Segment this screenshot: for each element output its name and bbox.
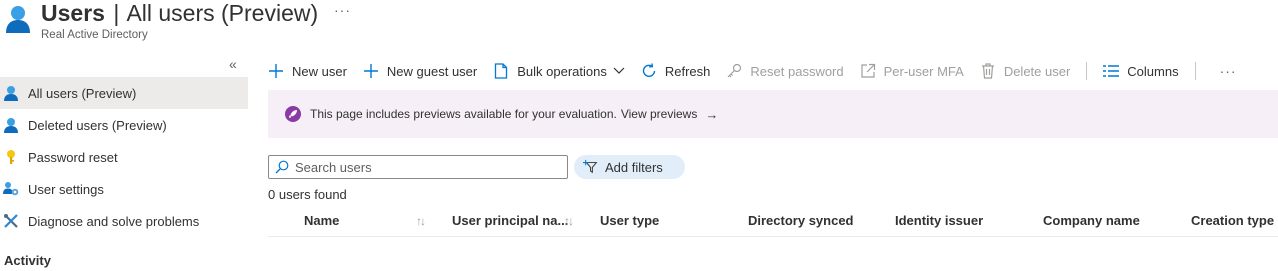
columns-button[interactable]: Columns bbox=[1103, 63, 1179, 79]
toolbar-divider bbox=[1194, 62, 1196, 80]
add-filter-icon bbox=[583, 159, 599, 175]
column-header-directory-synced[interactable]: Directory synced bbox=[748, 205, 854, 237]
bulk-operations-button[interactable]: Bulk operations bbox=[493, 63, 625, 79]
user-icon bbox=[3, 85, 19, 101]
sidebar-item-label: Diagnose and solve problems bbox=[28, 213, 200, 229]
title-separator: | bbox=[113, 0, 120, 26]
search-input[interactable] bbox=[295, 159, 545, 175]
column-header-company-name[interactable]: Company name bbox=[1043, 205, 1140, 237]
per-user-mfa-label: Per-user MFA bbox=[883, 63, 964, 79]
sidebar-item-label: Deleted users (Preview) bbox=[28, 117, 167, 133]
per-user-mfa-button[interactable]: Per-user MFA bbox=[860, 63, 964, 79]
preview-banner: This page includes previews available fo… bbox=[268, 90, 1278, 138]
sort-icon[interactable]: ↑↓ bbox=[564, 205, 574, 237]
delete-user-button[interactable]: Delete user bbox=[980, 63, 1070, 79]
reset-password-button[interactable]: Reset password bbox=[726, 63, 844, 79]
sidebar-item-label: All users (Preview) bbox=[28, 85, 137, 101]
column-header-identity-issuer[interactable]: Identity issuer bbox=[895, 205, 983, 237]
refresh-button[interactable]: Refresh bbox=[641, 63, 711, 79]
header-more-button[interactable]: ··· bbox=[334, 2, 351, 18]
user-icon bbox=[3, 117, 19, 133]
new-user-button[interactable]: New user bbox=[268, 63, 347, 79]
arrow-right-icon[interactable]: → bbox=[705, 107, 718, 122]
new-user-label: New user bbox=[292, 63, 347, 79]
add-filters-button[interactable]: Add filters bbox=[574, 155, 685, 179]
columns-label: Columns bbox=[1127, 63, 1179, 79]
view-previews-link[interactable]: View previews bbox=[621, 107, 697, 121]
toolbar-divider bbox=[1086, 62, 1088, 80]
new-guest-user-label: New guest user bbox=[386, 63, 478, 79]
bulk-operations-label: Bulk operations bbox=[517, 63, 607, 79]
collapse-sidebar-button[interactable]: « bbox=[229, 56, 237, 72]
page-subtitle: Real Active Directory bbox=[41, 29, 148, 41]
trash-icon bbox=[980, 63, 996, 79]
user-icon bbox=[4, 4, 32, 34]
sidebar-section-activity: Activity bbox=[4, 253, 51, 268]
page-header: Users | All users (Preview) ··· Real Act… bbox=[0, 0, 1278, 50]
banner-text: This page includes previews available fo… bbox=[310, 107, 617, 121]
column-header-creation-type[interactable]: Creation type bbox=[1191, 205, 1274, 237]
refresh-icon bbox=[641, 63, 657, 79]
add-filters-label: Add filters bbox=[605, 159, 663, 175]
users-gear-icon bbox=[3, 181, 19, 197]
rocket-icon bbox=[285, 106, 301, 122]
toolbar-more-button[interactable]: ··· bbox=[1220, 63, 1237, 79]
page-title: Users | All users (Preview) bbox=[41, 0, 318, 26]
result-count: 0 users found bbox=[268, 187, 347, 202]
wrench-icon bbox=[3, 213, 19, 229]
reset-password-label: Reset password bbox=[750, 63, 844, 79]
document-icon bbox=[493, 63, 509, 79]
search-box bbox=[268, 155, 568, 179]
plus-icon bbox=[268, 63, 284, 79]
sidebar-item-password-reset[interactable]: Password reset bbox=[0, 141, 248, 173]
delete-user-label: Delete user bbox=[1003, 63, 1071, 79]
sidebar-item-label: User settings bbox=[28, 181, 104, 197]
sidebar-item-label: Password reset bbox=[28, 149, 118, 165]
chevron-down-icon bbox=[613, 67, 625, 75]
users-table-header: Name ↑↓ User principal na... ↑↓ User typ… bbox=[268, 205, 1278, 237]
sort-icon[interactable]: ↑↓ bbox=[416, 205, 426, 237]
search-icon bbox=[275, 160, 289, 174]
column-header-upn[interactable]: User principal na... bbox=[452, 205, 568, 237]
column-header-user-type[interactable]: User type bbox=[600, 205, 659, 237]
sidebar: All users (Preview) Deleted users (Previ… bbox=[0, 77, 248, 237]
new-guest-user-button[interactable]: New guest user bbox=[363, 63, 477, 79]
command-bar: New user New guest user Bulk operations … bbox=[268, 58, 1237, 84]
title-rest: All users (Preview) bbox=[126, 0, 319, 26]
external-link-icon bbox=[860, 63, 876, 79]
sidebar-item-user-settings[interactable]: User settings bbox=[0, 173, 248, 205]
sidebar-item-all-users[interactable]: All users (Preview) bbox=[0, 77, 248, 109]
refresh-label: Refresh bbox=[664, 63, 711, 79]
sidebar-item-diagnose[interactable]: Diagnose and solve problems bbox=[0, 205, 248, 237]
plus-icon bbox=[363, 63, 379, 79]
columns-icon bbox=[1103, 63, 1120, 79]
column-header-name[interactable]: Name bbox=[304, 205, 339, 237]
key-icon bbox=[3, 149, 19, 165]
sidebar-item-deleted-users[interactable]: Deleted users (Preview) bbox=[0, 109, 248, 141]
key-icon bbox=[726, 63, 742, 79]
title-bold: Users bbox=[41, 0, 105, 26]
